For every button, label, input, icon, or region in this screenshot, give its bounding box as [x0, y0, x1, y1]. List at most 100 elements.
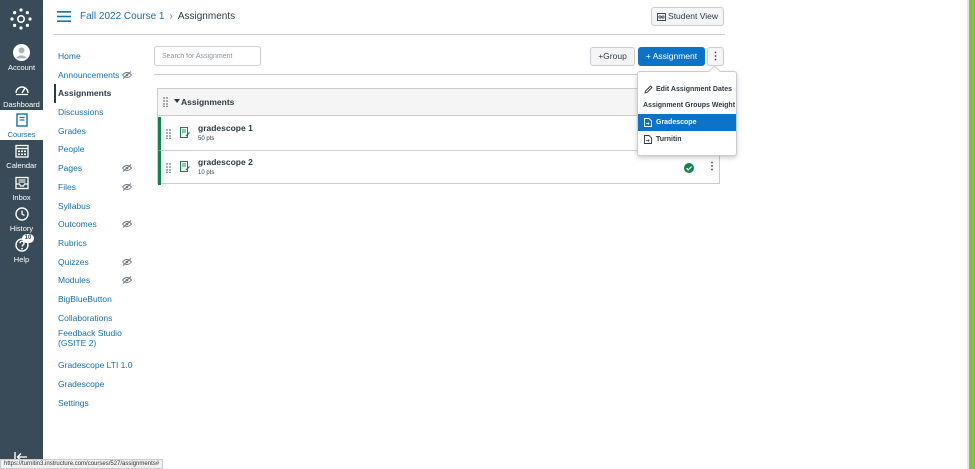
global-nav-help-label: Help: [13, 255, 30, 264]
global-nav-calendar-label: Calendar: [6, 161, 37, 170]
student-view-icon: [657, 12, 666, 21]
hamburger-menu-icon[interactable]: [57, 11, 71, 22]
right-edge-bar: [969, 0, 975, 469]
menu-item-turnitin[interactable]: Turnitin: [638, 131, 736, 148]
menu-item-assignment-groups-weight[interactable]: Assignment Groups Weight: [638, 97, 736, 114]
course-nav-label: People: [58, 144, 85, 155]
assignment-title-link[interactable]: gradescope 1: [198, 123, 253, 133]
student-view-button[interactable]: Student View: [651, 7, 724, 26]
drag-handle-icon[interactable]: [166, 129, 171, 139]
drag-handle-icon[interactable]: [166, 163, 171, 173]
history-icon: [14, 207, 29, 221]
course-nav-label: Home: [58, 51, 81, 61]
course-nav-outcomes[interactable]: Outcomes: [54, 215, 144, 234]
more-options-button[interactable]: ⋮: [707, 47, 724, 66]
breadcrumb-separator: ›: [169, 11, 173, 22]
inbox-icon: [14, 176, 29, 190]
course-nav-label: Gradescope LTI 1.0: [58, 360, 133, 371]
assignment-row[interactable]: gradescope 1 50 pts: [158, 117, 719, 151]
hidden-eye-icon: [122, 276, 132, 285]
course-nav-quizzes[interactable]: Quizzes: [54, 253, 144, 272]
dashboard-icon: [14, 86, 29, 96]
global-nav-courses-label: Courses: [7, 130, 36, 139]
course-nav-rubrics[interactable]: Rubrics: [54, 234, 144, 253]
course-nav-gradescope-lti[interactable]: Gradescope LTI 1.0: [54, 356, 144, 375]
add-group-button[interactable]: +Group: [590, 47, 635, 66]
hidden-eye-icon: [122, 257, 132, 266]
course-nav-label: Feedback Studio (GSITE 2): [58, 328, 122, 349]
course-nav-syllabus[interactable]: Syllabus: [54, 197, 144, 216]
hidden-eye-icon: [122, 220, 132, 229]
external-tool-icon: [644, 135, 652, 144]
menu-item-label: Gradescope: [656, 119, 697, 126]
course-nav-home[interactable]: Home: [54, 47, 144, 66]
course-nav-label: BigBlueButton: [58, 293, 112, 304]
global-nav-dashboard-label: Dashboard: [3, 100, 40, 109]
course-nav-gradescope[interactable]: Gradescope: [54, 375, 144, 394]
course-nav-collaborations[interactable]: Collaborations: [54, 309, 144, 328]
assignment-title-link[interactable]: gradescope 2: [198, 157, 253, 167]
course-nav-label: Grades: [58, 125, 86, 136]
global-nav-calendar[interactable]: Calendar: [0, 143, 43, 174]
menu-item-label: Edit Assignment Dates: [656, 86, 732, 93]
course-nav-announcements[interactable]: Announcements: [54, 66, 144, 85]
course-nav-settings[interactable]: Settings: [54, 394, 144, 413]
add-assignment-button[interactable]: + Assignment: [638, 47, 705, 66]
assignment-row[interactable]: gradescope 2 10 pts ⋮: [158, 151, 719, 185]
course-nav-bigbluebutton[interactable]: BigBlueButton: [54, 290, 144, 309]
menu-item-label: Turnitin: [656, 136, 682, 143]
global-nav-courses[interactable]: Courses: [0, 110, 43, 140]
canvas-logo-icon[interactable]: [10, 8, 32, 30]
course-nav-feedback-studio[interactable]: Feedback Studio (GSITE 2): [54, 327, 138, 356]
global-nav-account-label: Account: [7, 63, 36, 72]
course-nav-label: Announcements: [58, 69, 120, 80]
course-nav-label: Pages: [58, 163, 83, 174]
course-nav-label: Modules: [58, 275, 91, 286]
global-nav-history-label: History: [9, 224, 34, 233]
course-nav-people[interactable]: People: [54, 140, 144, 159]
pencil-icon: [644, 85, 653, 94]
account-icon: [13, 44, 30, 61]
course-nav-files[interactable]: Files: [54, 178, 144, 197]
courses-icon: [15, 113, 28, 127]
published-check-icon[interactable]: [684, 163, 694, 173]
course-nav-label: Discussions: [58, 107, 104, 118]
course-nav-label: Outcomes: [58, 219, 97, 230]
global-nav: Account Dashboard Courses Calendar Inbox…: [0, 0, 43, 469]
assignment-points: 50 pts: [198, 136, 215, 142]
breadcrumb: Fall 2022 Course 1 › Assignments: [80, 10, 235, 23]
calendar-icon: [14, 144, 29, 158]
header-divider: [54, 34, 725, 35]
course-nav-pages[interactable]: Pages: [54, 159, 144, 178]
assignment-group-header[interactable]: Assignments: [158, 89, 719, 116]
breadcrumb-current-page: Assignments: [177, 11, 236, 22]
course-nav-label: Gradescope: [58, 379, 105, 389]
status-bar-url: https://turnitin3.instructure.com/course…: [0, 459, 164, 469]
menu-item-edit-assignment-dates[interactable]: Edit Assignment Dates: [638, 81, 736, 98]
course-nav-label: Assignments: [58, 88, 112, 99]
collapse-caret-icon[interactable]: [174, 99, 180, 103]
assignment-icon: [180, 161, 190, 172]
course-nav-label: Quizzes: [58, 256, 89, 267]
global-nav-account[interactable]: Account: [0, 44, 43, 75]
global-nav-dashboard[interactable]: Dashboard: [0, 82, 43, 113]
course-nav-assignments[interactable]: Assignments: [54, 84, 144, 104]
hidden-eye-icon: [122, 70, 132, 79]
assignment-group: Assignments gradescope 1 50 pts gradesco…: [157, 88, 720, 185]
menu-item-gradescope[interactable]: Gradescope: [638, 114, 736, 131]
breadcrumb-course-link[interactable]: Fall 2022 Course 1: [80, 11, 165, 22]
drag-handle-icon[interactable]: [163, 97, 168, 107]
menu-item-label: Assignment Groups Weight: [643, 102, 736, 109]
search-assignment-input[interactable]: [154, 46, 261, 66]
course-nav-label: Syllabus: [58, 200, 91, 211]
assignment-options-icon[interactable]: ⋮: [707, 161, 717, 172]
more-options-menu: Edit Assignment Dates Assignment Groups …: [637, 71, 737, 156]
course-nav-grades[interactable]: Grades: [54, 122, 144, 141]
course-nav-modules[interactable]: Modules: [54, 271, 144, 290]
global-nav-inbox[interactable]: Inbox: [0, 175, 43, 206]
course-nav-discussions[interactable]: Discussions: [54, 103, 144, 122]
course-nav-label: Settings: [58, 397, 89, 408]
global-nav-history[interactable]: History: [0, 206, 43, 237]
global-nav-help[interactable]: 10 Help: [0, 234, 43, 268]
student-view-label: Student View: [668, 11, 718, 21]
